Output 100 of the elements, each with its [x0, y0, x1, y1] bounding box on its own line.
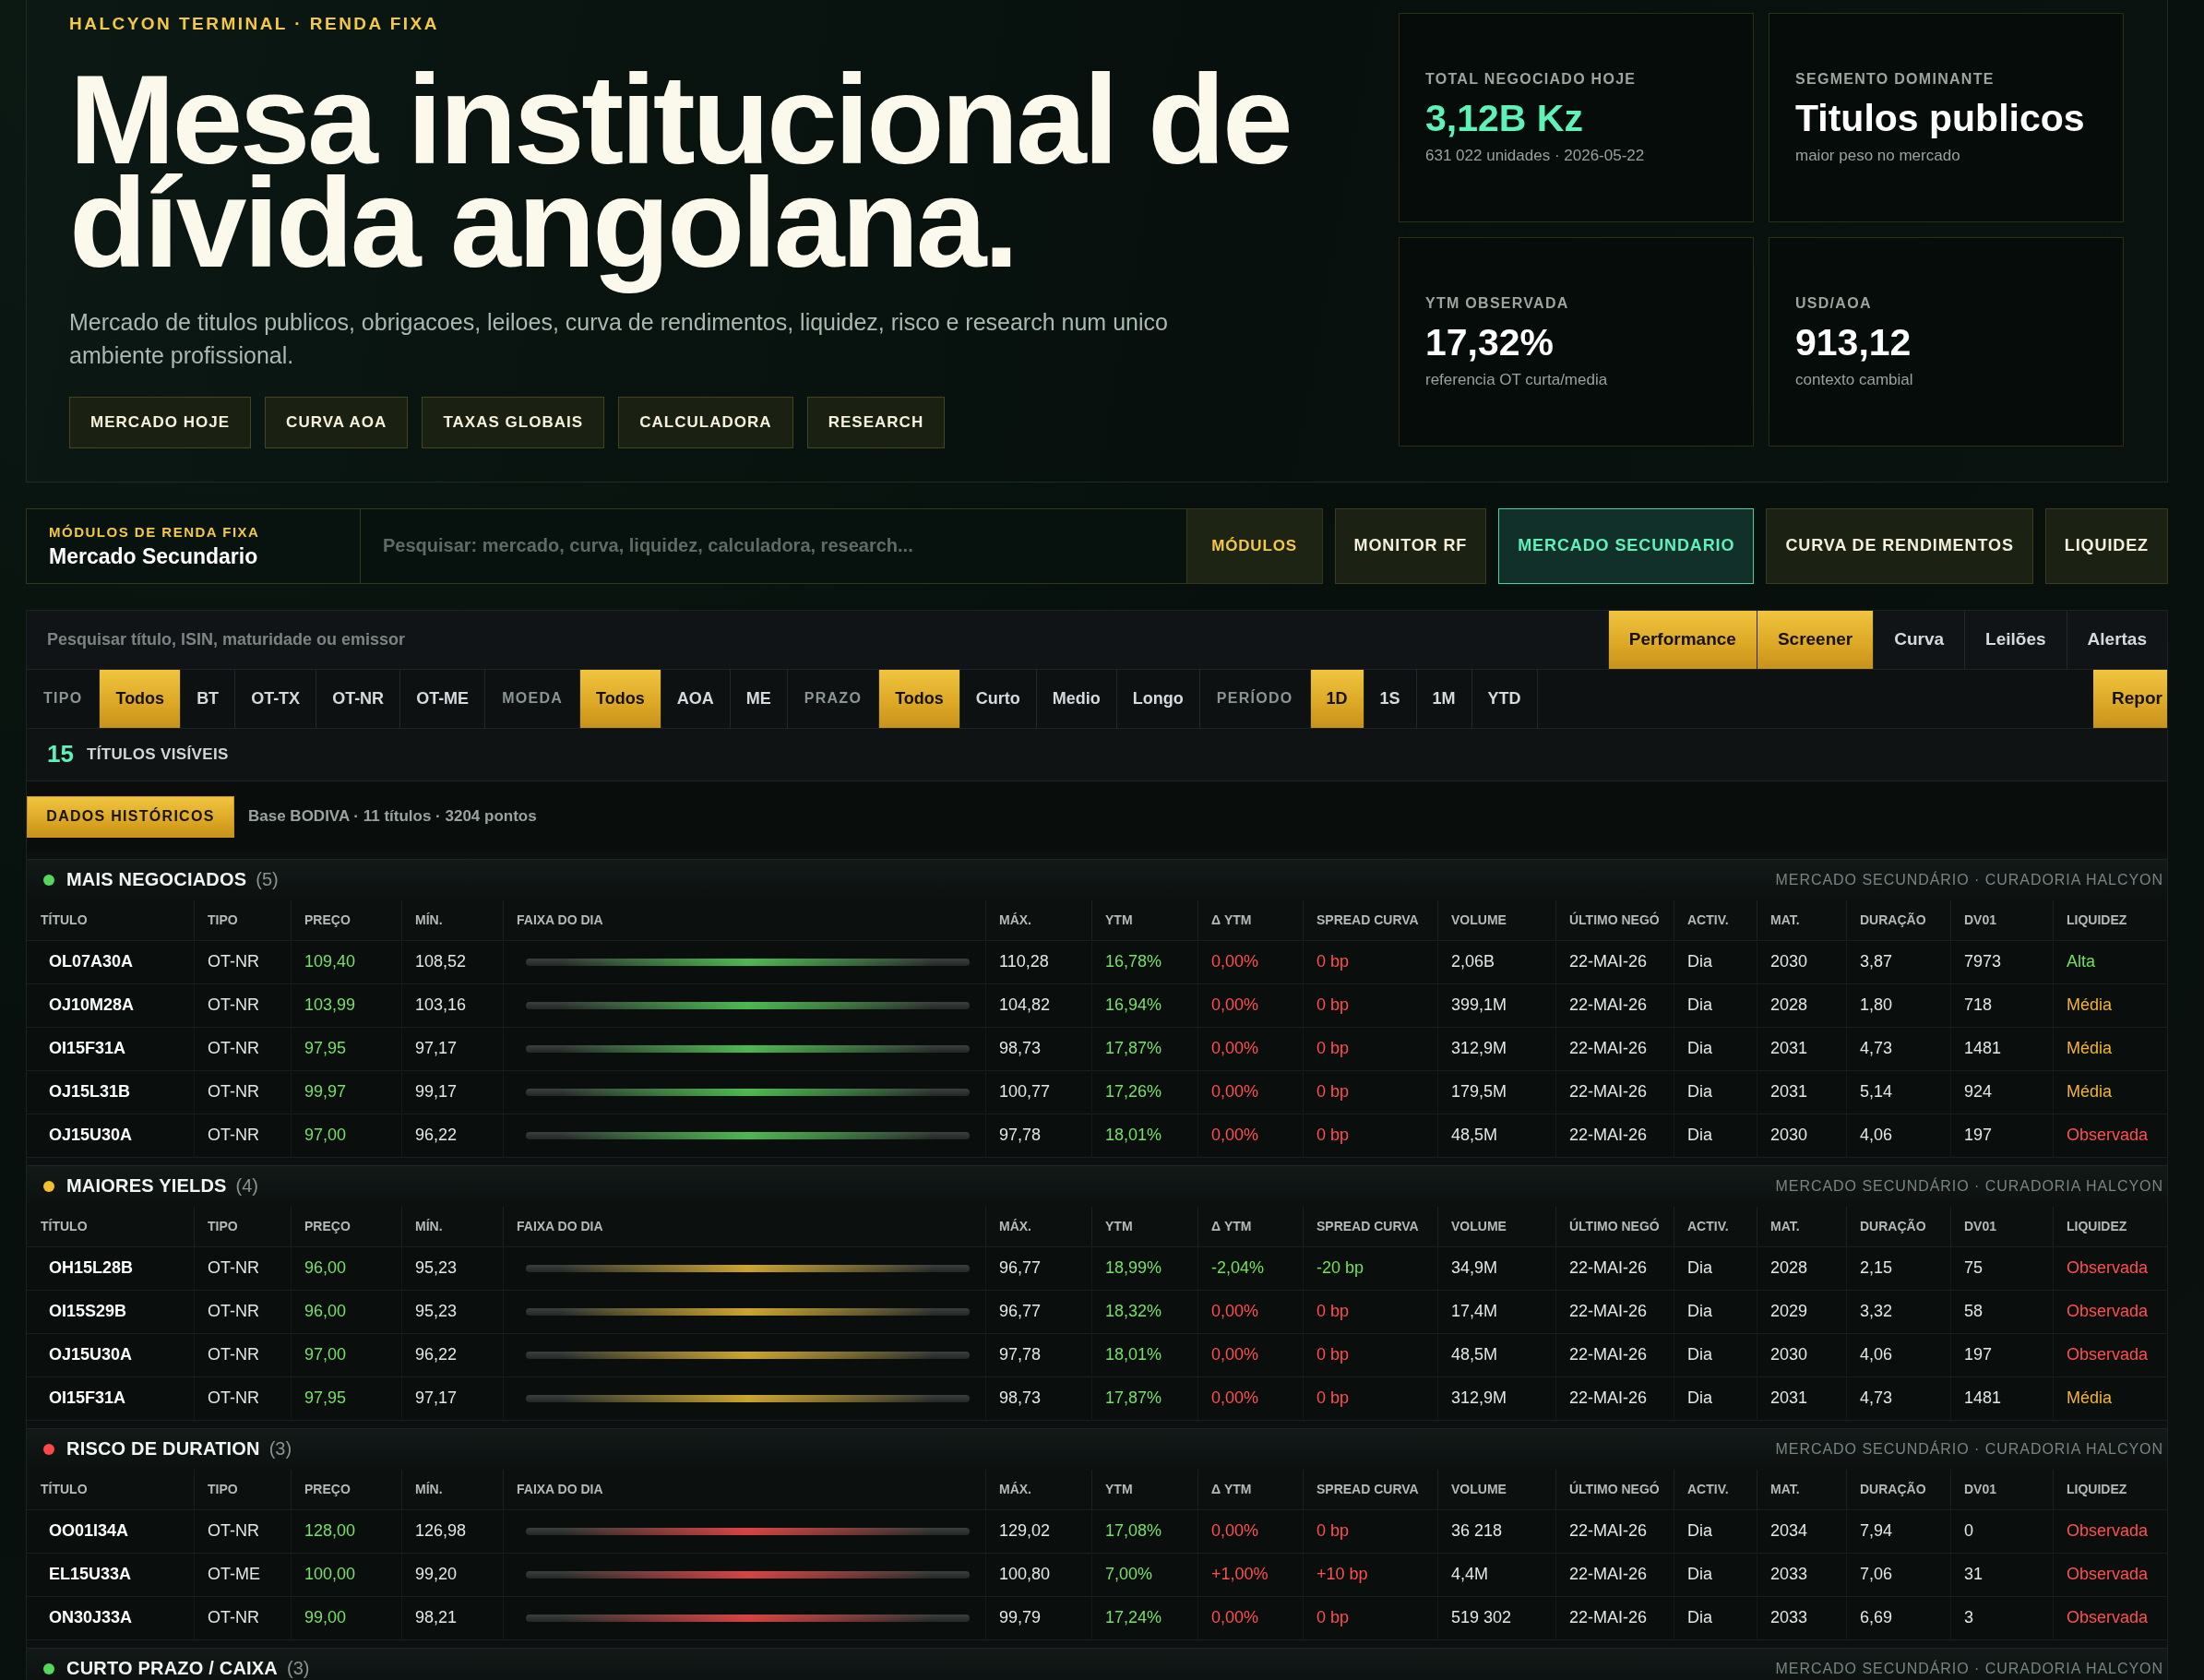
view-tab[interactable]: Alertas: [2066, 610, 2167, 670]
column-header: LIQUIDEZ: [2053, 900, 2167, 941]
table-cell: 126,98: [401, 1509, 503, 1554]
filter-option[interactable]: AOA: [661, 669, 731, 728]
table-cell: 312,9M: [1437, 1027, 1555, 1071]
history-note: Base BODIVA · 11 títulos · 3204 pontos: [248, 807, 537, 827]
table-cell: 103,99: [291, 983, 401, 1028]
module-tab[interactable]: MONITOR RF: [1334, 507, 1487, 584]
filter-option[interactable]: 1S: [1364, 669, 1417, 728]
table-cell: 99,79: [985, 1596, 1091, 1640]
filter-option[interactable]: 1D: [1310, 669, 1364, 728]
table-cell: 2033: [1757, 1553, 1846, 1597]
view-tab[interactable]: Leilões: [1964, 610, 2067, 670]
table-cell: 2034: [1757, 1509, 1846, 1554]
filter-option[interactable]: Curto: [959, 669, 1037, 728]
table-cell: 7,94: [1846, 1509, 1950, 1554]
table-cell: Média: [2053, 1070, 2167, 1114]
table-cell: 4,73: [1846, 1376, 1950, 1421]
table-cell: OT-NR: [194, 983, 291, 1028]
table-cell: 1481: [1950, 1027, 2053, 1071]
column-header: ÚLTIMO NEGÓ: [1555, 900, 1674, 941]
table-cell: 36 218: [1437, 1509, 1555, 1554]
module-tab[interactable]: CURVA DE RENDIMENTOS: [1766, 507, 2033, 584]
column-header: PREÇO: [291, 1206, 401, 1247]
table-cell: Dia: [1674, 1290, 1757, 1334]
nav-button[interactable]: CALCULADORA: [618, 396, 793, 448]
column-header: MÁX.: [985, 1206, 1091, 1247]
search-field[interactable]: Pesquisar: mercado, curva, liquidez, calculadora, research...: [361, 507, 1186, 584]
table-cell: 96,77: [985, 1246, 1091, 1291]
column-header: YTM: [1091, 900, 1197, 941]
table-cell: 0,00%: [1197, 1070, 1303, 1114]
view-tab[interactable]: Performance: [1607, 610, 1757, 670]
table-cell: 0,00%: [1197, 1509, 1303, 1554]
table-cell: 97,78: [985, 1333, 1091, 1377]
view-tab[interactable]: Screener: [1756, 610, 1874, 670]
table-cell: Dia: [1674, 1027, 1757, 1071]
column-header: TIPO: [194, 900, 291, 941]
column-header: FAIXA DO DIA: [503, 900, 985, 941]
table-cell: 3: [1950, 1596, 2053, 1640]
table-cell: 0 bp: [1303, 1376, 1437, 1421]
filter-option[interactable]: OT-TX: [235, 669, 317, 728]
table-cell: Dia: [1674, 1246, 1757, 1291]
column-header: MÍN.: [401, 1206, 503, 1247]
table-cell: 0 bp: [1303, 1070, 1437, 1114]
table-cell: Dia: [1674, 1553, 1757, 1597]
table-cell: 179,5M: [1437, 1070, 1555, 1114]
table-cell: 99,17: [401, 1070, 503, 1114]
filter-option[interactable]: Medio: [1036, 669, 1117, 728]
stat-note: 631 022 unidades · 2026-05-22: [1425, 145, 1646, 166]
filter-option[interactable]: OT-NR: [316, 669, 401, 728]
column-header: MÍN.: [401, 1469, 503, 1510]
column-header: DURAÇÃO: [1846, 900, 1950, 941]
section-count: (5): [256, 869, 279, 891]
history-button[interactable]: DADOS HISTÓRICOS: [27, 795, 234, 838]
table-cell: 0 bp: [1303, 983, 1437, 1028]
table-cell: 924: [1950, 1070, 2053, 1114]
nav-button[interactable]: TAXAS GLOBAIS: [422, 396, 605, 448]
headline: Mesa institucional de dívida angolana.: [69, 68, 1292, 295]
table-cell: 17,87%: [1091, 1376, 1197, 1421]
module-tab[interactable]: LIQUIDEZ: [2044, 507, 2168, 584]
table-cell: 97,17: [401, 1376, 503, 1421]
filter-option[interactable]: Todos: [580, 669, 661, 728]
table-cell: 197: [1950, 1114, 2053, 1158]
table-cell: 4,06: [1846, 1333, 1950, 1377]
nav-button[interactable]: MERCADO HOJE: [69, 396, 252, 448]
column-header: DV01: [1950, 900, 2053, 941]
table-cell: 18,01%: [1091, 1114, 1197, 1158]
column-header: FAIXA DO DIA: [503, 1469, 985, 1510]
column-header: ACTIV.: [1674, 1469, 1757, 1510]
section-source: MERCADO SECUNDÁRIO · CURADORIA HALCYON: [1775, 871, 2163, 888]
table-cell: 99,00: [291, 1596, 401, 1640]
filter-option[interactable]: Todos: [100, 669, 182, 728]
view-tab[interactable]: Curva: [1873, 610, 1965, 670]
table-cell: 95,23: [401, 1246, 503, 1291]
reset-button[interactable]: Repor: [2093, 669, 2167, 728]
filter-option[interactable]: YTD: [1471, 669, 1538, 728]
table-cell: +1,00%: [1197, 1553, 1303, 1597]
filter-option[interactable]: Longo: [1116, 669, 1200, 728]
modules-button[interactable]: MÓDULOS: [1185, 507, 1323, 584]
module-tab[interactable]: MERCADO SECUNDARIO: [1498, 507, 1755, 584]
table-cell: 18,01%: [1091, 1333, 1197, 1377]
table-cell: 6,69: [1846, 1596, 1950, 1640]
filter-option[interactable]: Todos: [879, 669, 960, 728]
nav-button[interactable]: CURVA AOA: [265, 396, 409, 448]
column-header: Δ YTM: [1197, 1206, 1303, 1247]
column-header: SPREAD CURVA: [1303, 1206, 1437, 1247]
table-cell: 7,00%: [1091, 1553, 1197, 1597]
filter-option[interactable]: 1M: [1416, 669, 1472, 728]
column-header: PREÇO: [291, 900, 401, 941]
search-field[interactable]: Pesquisar título, ISIN, maturidade ou emissor: [27, 610, 1608, 670]
filter-option[interactable]: OT-ME: [400, 669, 486, 728]
table-cell: 99,20: [401, 1553, 503, 1597]
column-header: TIPO: [194, 1206, 291, 1247]
section-title: RISCO DE DURATION: [66, 1438, 260, 1460]
filter-option[interactable]: BT: [181, 669, 236, 728]
table-cell: 48,5M: [1437, 1114, 1555, 1158]
table-cell: Observada: [2053, 1114, 2167, 1158]
nav-button[interactable]: RESEARCH: [806, 396, 946, 448]
column-header: DV01: [1950, 1206, 2053, 1247]
filter-option[interactable]: ME: [730, 669, 788, 728]
